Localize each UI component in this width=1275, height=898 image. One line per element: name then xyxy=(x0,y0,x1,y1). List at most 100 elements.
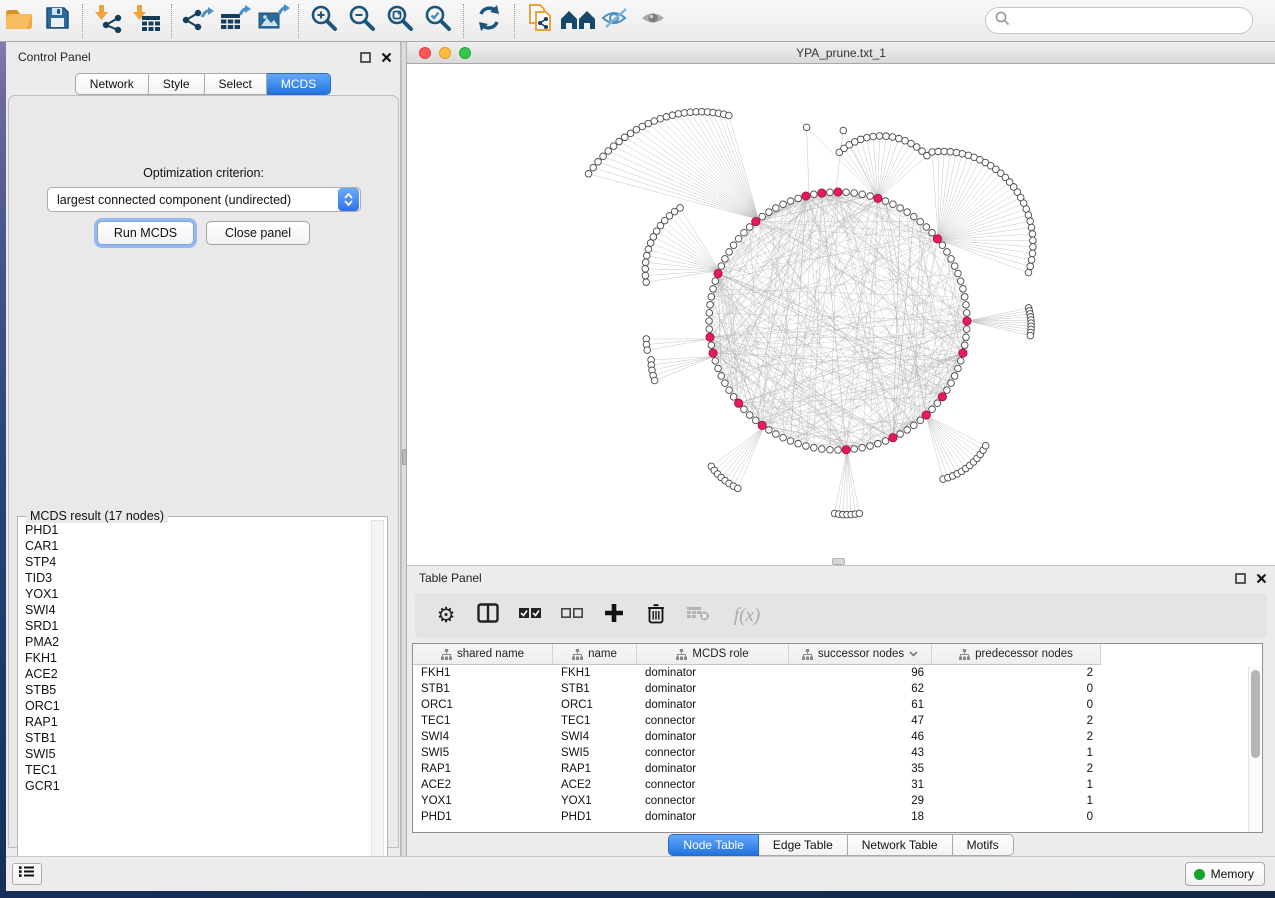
tab-motifs[interactable]: Motifs xyxy=(953,834,1014,856)
import-table-icon xyxy=(130,3,162,38)
mcds-result-item[interactable]: SRD1 xyxy=(25,618,374,634)
column-header-successor-nodes[interactable]: successor nodes xyxy=(789,644,932,664)
table-row[interactable]: FKH1FKH1dominator962 xyxy=(413,665,1262,681)
mcds-result-item[interactable]: SWI4 xyxy=(25,602,374,618)
table-row[interactable]: PHD1PHD1dominator180 xyxy=(413,809,1262,825)
refresh-layout-button[interactable] xyxy=(470,3,508,39)
function-builder-button: f(x) xyxy=(727,602,767,630)
cell-predecessor-nodes: 2 xyxy=(932,731,1101,743)
float-panel-icon[interactable] xyxy=(360,50,371,68)
table-scrollbar[interactable] xyxy=(1248,666,1261,832)
unchecked-boxes-icon xyxy=(560,606,584,625)
close-panel-icon[interactable] xyxy=(381,50,392,68)
column-header-MCDS-role[interactable]: MCDS role xyxy=(637,644,789,664)
tab-node-table[interactable]: Node Table xyxy=(668,834,759,856)
table-row[interactable]: STB1STB1dominator620 xyxy=(413,681,1262,697)
run-mcds-button[interactable]: Run MCDS xyxy=(97,221,194,245)
column-header-predecessor-nodes[interactable]: predecessor nodes xyxy=(932,644,1101,664)
close-panel-icon[interactable] xyxy=(1256,571,1267,589)
column-header-shared-name[interactable]: shared name xyxy=(413,644,553,664)
canvas-splitter-grip[interactable] xyxy=(832,558,845,565)
first-neighbors-button[interactable] xyxy=(559,3,597,39)
mcds-result-item[interactable]: GCR1 xyxy=(25,778,374,794)
optimization-criterion-select[interactable]: largest connected component (undirected) xyxy=(47,187,361,212)
open-session-button[interactable] xyxy=(0,3,38,39)
mcds-result-item[interactable]: PMA2 xyxy=(25,634,374,650)
mcds-result-item[interactable]: TID3 xyxy=(25,570,374,586)
network-window-titlebar[interactable]: YPA_prune.txt_1 xyxy=(407,42,1275,64)
hide-selected-button[interactable] xyxy=(597,3,635,39)
cell-MCDS-role: dominator xyxy=(637,683,789,695)
mcds-result-item[interactable]: TEC1 xyxy=(25,762,374,778)
tab-network-table[interactable]: Network Table xyxy=(848,834,953,856)
table-row[interactable]: ACE2ACE2connector311 xyxy=(413,777,1262,793)
close-panel-button[interactable]: Close panel xyxy=(206,221,310,245)
table-row[interactable]: YOX1YOX1connector291 xyxy=(413,793,1262,809)
mcds-result-box: MCDS result (17 nodes) PHD1CAR1STP4TID3Y… xyxy=(17,516,388,888)
search-field[interactable] xyxy=(985,7,1253,34)
node-table[interactable]: shared namenameMCDS rolesuccessor nodesp… xyxy=(412,643,1263,833)
cell-successor-nodes: 62 xyxy=(789,683,932,695)
mcds-result-item[interactable]: STB1 xyxy=(25,730,374,746)
mcds-result-item[interactable]: SWI5 xyxy=(25,746,374,762)
import-table-button[interactable] xyxy=(127,3,165,39)
search-input[interactable] xyxy=(1016,14,1252,28)
scrollbar-thumb[interactable] xyxy=(1251,670,1260,758)
task-history-button[interactable] xyxy=(12,863,42,885)
tab-network[interactable]: Network xyxy=(75,73,149,95)
network-window-title: YPA_prune.txt_1 xyxy=(407,46,1275,60)
mcds-result-item[interactable]: PHD1 xyxy=(25,522,374,538)
table-row[interactable]: TEC1TEC1connector472 xyxy=(413,713,1262,729)
cell-successor-nodes: 61 xyxy=(789,699,932,711)
tab-mcds[interactable]: MCDS xyxy=(267,73,331,95)
table-row[interactable]: ORC1ORC1dominator610 xyxy=(413,697,1262,713)
cell-MCDS-role: connector xyxy=(637,779,789,791)
save-session-button[interactable] xyxy=(38,3,76,39)
table-settings-button[interactable]: ⚙ xyxy=(433,602,459,630)
tab-select[interactable]: Select xyxy=(205,73,267,95)
show-columns-button[interactable] xyxy=(475,602,501,630)
zoom-selected-button[interactable] xyxy=(419,3,457,39)
cell-predecessor-nodes: 0 xyxy=(932,811,1101,823)
import-network-button[interactable] xyxy=(89,3,127,39)
mcds-result-item[interactable]: ORC1 xyxy=(25,698,374,714)
network-files-button[interactable] xyxy=(521,3,559,39)
mcds-result-item[interactable]: STB5 xyxy=(25,682,374,698)
cell-shared-name: ACE2 xyxy=(413,779,553,791)
delete-columns-button[interactable] xyxy=(643,602,669,630)
mcds-result-item[interactable]: YOX1 xyxy=(25,586,374,602)
network-canvas[interactable] xyxy=(407,64,1275,565)
tab-style[interactable]: Style xyxy=(149,73,205,95)
zoom-out-button[interactable] xyxy=(343,3,381,39)
cell-predecessor-nodes: 0 xyxy=(932,683,1101,695)
mcds-result-item[interactable]: FKH1 xyxy=(25,650,374,666)
zoom-in-button[interactable] xyxy=(305,3,343,39)
cell-name: SWI5 xyxy=(553,747,637,759)
mcds-result-item[interactable]: RAP1 xyxy=(25,714,374,730)
cell-successor-nodes: 47 xyxy=(789,715,932,727)
cell-successor-nodes: 46 xyxy=(789,731,932,743)
table-row[interactable]: RAP1RAP1dominator352 xyxy=(413,761,1262,777)
export-table-button[interactable] xyxy=(216,3,254,39)
mcds-result-list[interactable]: PHD1CAR1STP4TID3YOX1SWI4SRD1PMA2FKH1ACE2… xyxy=(19,522,374,882)
select-all-button[interactable] xyxy=(517,602,543,630)
tab-edge-table[interactable]: Edge Table xyxy=(759,834,848,856)
column-header-name[interactable]: name xyxy=(553,644,637,664)
table-row[interactable]: SWI5SWI5connector431 xyxy=(413,745,1262,761)
cell-predecessor-nodes: 1 xyxy=(932,747,1101,759)
mcds-result-item[interactable]: CAR1 xyxy=(25,538,374,554)
show-all-button[interactable] xyxy=(635,3,673,39)
network-graph[interactable] xyxy=(407,64,1275,565)
mcds-result-item[interactable]: ACE2 xyxy=(25,666,374,682)
unselect-all-button[interactable] xyxy=(559,602,585,630)
create-column-button[interactable] xyxy=(601,602,627,630)
export-image-button[interactable] xyxy=(254,3,292,39)
show-eye-icon xyxy=(638,5,670,36)
float-panel-icon[interactable] xyxy=(1235,571,1246,589)
mcds-result-item[interactable]: STP4 xyxy=(25,554,374,570)
table-row[interactable]: SWI4SWI4dominator462 xyxy=(413,729,1262,745)
export-network-button[interactable] xyxy=(178,3,216,39)
mcds-result-scrollbar[interactable] xyxy=(371,520,384,884)
zoom-fit-button[interactable] xyxy=(381,3,419,39)
memory-button[interactable]: Memory xyxy=(1185,862,1265,886)
